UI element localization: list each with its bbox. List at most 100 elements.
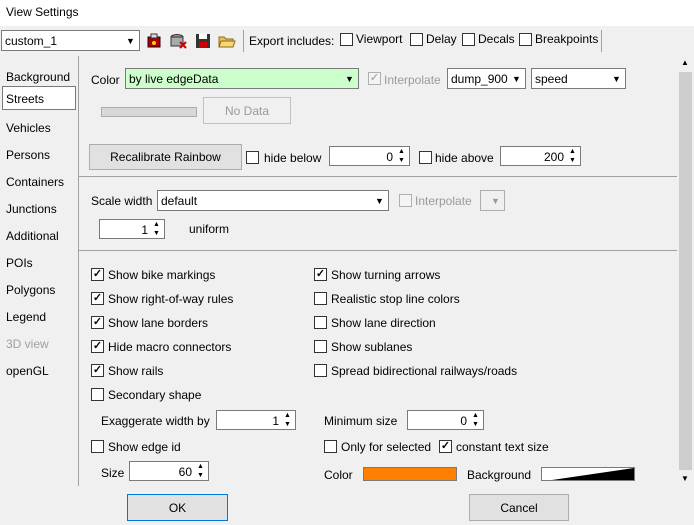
scrollbar-thumb[interactable] (679, 72, 692, 470)
show-rails-label: Show rails (108, 364, 164, 378)
show-lane-direction-label: Show lane direction (331, 316, 436, 330)
color-scheme-select[interactable]: by live edgeData ▼ (125, 68, 359, 89)
exaggerate-width-value: 1 (272, 414, 279, 428)
constant-text-size-checkbox[interactable]: ✓ (439, 440, 452, 453)
save-icon[interactable] (193, 31, 213, 51)
open-folder-icon[interactable] (217, 31, 237, 51)
show-turning-arrows-checkbox[interactable]: ✓ (314, 268, 327, 281)
color-label: Color (91, 73, 120, 87)
ok-button[interactable]: OK (127, 494, 228, 521)
no-data-button: No Data (203, 97, 291, 124)
spin-up-icon[interactable]: ▲ (194, 462, 207, 471)
tab-pois[interactable]: POIs (2, 250, 76, 274)
scroll-down-icon[interactable]: ▼ (681, 474, 689, 483)
show-right-of-way-label: Show right-of-way rules (108, 292, 234, 306)
attribute-value: speed (535, 72, 568, 86)
attribute-select[interactable]: speed ▼ (531, 68, 626, 89)
hide-above-checkbox[interactable] (419, 151, 432, 164)
scheme-select[interactable]: custom_1 ▼ (1, 30, 140, 51)
scale-width-label: Scale width (91, 194, 153, 208)
edge-id-background-swatch[interactable] (541, 467, 635, 481)
spin-down-icon[interactable]: ▼ (395, 156, 408, 165)
recalibrate-rainbow-button[interactable]: Recalibrate Rainbow (89, 144, 242, 170)
spin-up-icon[interactable]: ▲ (281, 411, 294, 420)
show-sublanes-label: Show sublanes (331, 340, 413, 354)
minimum-size-label: Minimum size (324, 414, 398, 428)
spin-down-icon[interactable]: ▼ (194, 471, 207, 480)
chevron-down-icon: ▼ (512, 73, 521, 84)
toolbar-separator (601, 30, 602, 52)
secondary-shape-checkbox[interactable] (91, 388, 104, 401)
tab-legend[interactable]: Legend (2, 304, 76, 328)
section-divider (79, 176, 677, 177)
save-as-icon[interactable] (144, 31, 164, 51)
show-sublanes-checkbox[interactable] (314, 340, 327, 353)
show-edge-id-checkbox[interactable] (91, 440, 104, 453)
tab-additional[interactable]: Additional (2, 223, 76, 247)
hide-above-spinner[interactable]: 200 ▲ ▼ (500, 146, 581, 166)
tab-vehicles[interactable]: Vehicles (2, 115, 76, 139)
export-delay-checkbox[interactable] (410, 33, 423, 46)
toolbar: custom_1 ▼ Export includes: Viewport Del… (0, 26, 694, 56)
hide-macro-connectors-checkbox[interactable]: ✓ (91, 340, 104, 353)
toolbar-separator (243, 30, 244, 52)
edge-id-color-swatch[interactable] (363, 467, 457, 481)
show-lane-borders-checkbox[interactable]: ✓ (91, 316, 104, 329)
hide-below-label: hide below (264, 151, 322, 165)
chevron-down-icon: ▼ (612, 73, 621, 84)
delete-database-icon[interactable] (168, 31, 188, 51)
spin-up-icon[interactable]: ▲ (150, 220, 163, 229)
chevron-down-icon: ▼ (491, 195, 500, 206)
tab-streets[interactable]: Streets (2, 86, 76, 110)
tab-background[interactable]: Background (2, 64, 76, 88)
show-rails-checkbox[interactable]: ✓ (91, 364, 104, 377)
export-viewport-label: Viewport (356, 32, 403, 46)
realistic-stop-line-label: Realistic stop line colors (331, 292, 460, 306)
spin-down-icon[interactable]: ▼ (566, 156, 579, 165)
vertical-scrollbar[interactable]: ▲ ▼ (677, 56, 694, 486)
color-scheme-value: by live edgeData (129, 72, 219, 86)
scale-width-select[interactable]: default ▼ (157, 190, 389, 211)
spin-up-icon[interactable]: ▲ (469, 411, 482, 420)
only-for-selected-checkbox[interactable] (324, 440, 337, 453)
scale-uniform-label: uniform (189, 222, 230, 236)
hide-below-spinner[interactable]: 0 ▲ ▼ (329, 146, 410, 166)
show-lane-direction-checkbox[interactable] (314, 316, 327, 329)
spin-up-icon[interactable]: ▲ (566, 147, 579, 156)
scroll-up-icon[interactable]: ▲ (681, 58, 689, 67)
tab-polygons[interactable]: Polygons (2, 277, 76, 301)
tab-opengl[interactable]: openGL (2, 358, 76, 382)
edge-id-size-spinner[interactable]: 60 ▲ ▼ (129, 461, 209, 481)
export-breakpoints-checkbox[interactable] (519, 33, 532, 46)
minimum-size-spinner[interactable]: 0 ▲ ▼ (407, 410, 484, 430)
export-breakpoints-label: Breakpoints (535, 32, 599, 46)
tab-persons[interactable]: Persons (2, 142, 76, 166)
spin-down-icon[interactable]: ▼ (150, 229, 163, 238)
spread-bidirectional-checkbox[interactable] (314, 364, 327, 377)
hide-below-checkbox[interactable] (246, 151, 259, 164)
streets-settings-panel: Color by live edgeData ▼ ✓ Interpolate d… (78, 56, 677, 486)
scale-value-spinner[interactable]: 1 ▲ ▼ (99, 219, 165, 239)
spin-up-icon[interactable]: ▲ (395, 147, 408, 156)
realistic-stop-line-checkbox[interactable] (314, 292, 327, 305)
chevron-down-icon: ▼ (126, 35, 135, 46)
spin-down-icon[interactable]: ▼ (469, 420, 482, 429)
cancel-button[interactable]: Cancel (469, 494, 569, 521)
window-title-bar: View Settings (0, 0, 694, 26)
data-source-select[interactable]: dump_900 ▼ (447, 68, 526, 89)
show-bike-markings-checkbox[interactable]: ✓ (91, 268, 104, 281)
scale-interpolate-checkbox (399, 194, 412, 207)
spin-down-icon[interactable]: ▼ (281, 420, 294, 429)
tab-junctions[interactable]: Junctions (2, 196, 76, 220)
exaggerate-width-spinner[interactable]: 1 ▲ ▼ (216, 410, 296, 430)
color-interpolate-label: Interpolate (384, 73, 441, 87)
hide-above-label: hide above (435, 151, 494, 165)
export-viewport-checkbox[interactable] (340, 33, 353, 46)
show-right-of-way-checkbox[interactable]: ✓ (91, 292, 104, 305)
scale-interpolate-select: ▼ (480, 190, 505, 211)
tab-containers[interactable]: Containers (2, 169, 76, 193)
export-delay-label: Delay (426, 32, 457, 46)
export-decals-checkbox[interactable] (462, 33, 475, 46)
hide-below-value: 0 (386, 150, 393, 164)
window-title: View Settings (6, 5, 79, 19)
